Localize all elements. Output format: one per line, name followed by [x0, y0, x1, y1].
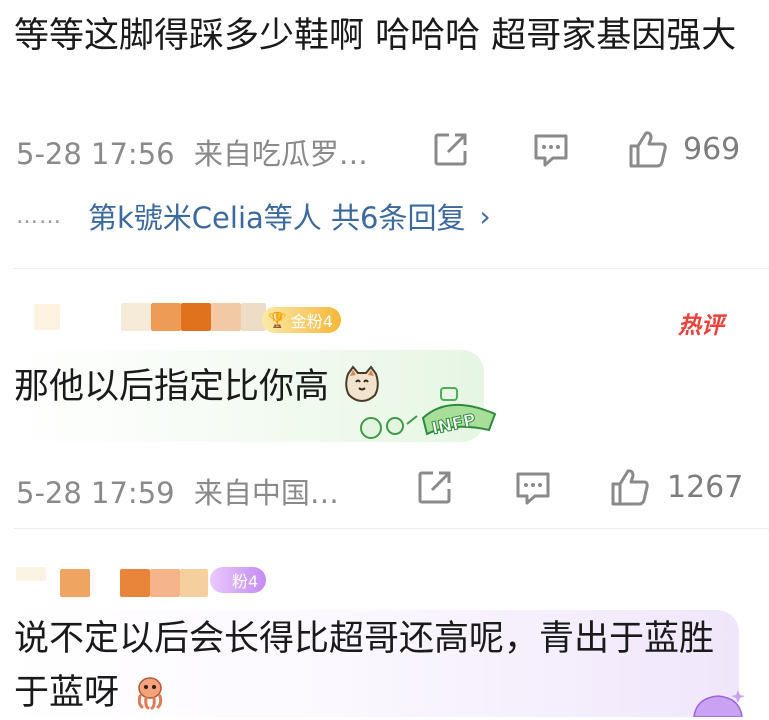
avatar [16, 567, 46, 581]
comment-button[interactable] [531, 130, 571, 170]
fan-badge-label: 粉4 [232, 572, 259, 591]
divider [14, 268, 769, 269]
name-blur [211, 303, 241, 331]
comment-timestamp: 5-28 17:56 [16, 137, 175, 171]
comment-text-body: 那他以后指定比你高 [14, 367, 330, 407]
like-button[interactable]: 969 [627, 126, 747, 172]
hot-badge-label: 热评 [678, 313, 724, 339]
divider [14, 528, 769, 529]
reply-summary: 第k號米Celia等人 共6条回复 [88, 201, 466, 235]
comment-source: 来自吃瓜罗… [193, 137, 368, 171]
thumbs-up-icon [629, 131, 667, 168]
comment-button[interactable] [513, 468, 553, 508]
avatar [34, 304, 60, 330]
comment-meta: 5-28 17:59 来自中国… [16, 470, 339, 512]
chevron-right-icon: › [479, 199, 491, 233]
fan-badge: 粉4 [210, 567, 267, 593]
comment-text: 等等这脚得踩多少鞋啊 哈哈哈 超哥家基因强大 [14, 16, 737, 56]
share-icon [434, 133, 467, 166]
share-button[interactable] [416, 468, 454, 506]
infp-sticker: INFP [360, 387, 497, 440]
comment-text-body: 说不定以后会长得比超哥还高呢，青出于蓝胜于蓝呀 [14, 619, 715, 713]
fan-badge: 🏆 金粉4 [262, 307, 341, 333]
comment-text: 说不定以后会长得比超哥还高呢，青出于蓝胜于蓝呀 [14, 612, 734, 720]
fan-badge-label: 金粉4 [290, 312, 333, 331]
octopus-emoji [138, 677, 163, 710]
comment-icon [534, 134, 568, 167]
thumbs-up-icon [611, 469, 649, 506]
comment-timestamp: 5-28 17:59 [16, 476, 175, 510]
name-blur [181, 303, 211, 331]
hot-comment-badge: 热评 [666, 303, 736, 343]
comment-source: 来自中国… [193, 476, 339, 510]
name-blur [120, 569, 150, 597]
like-button[interactable]: 1267 [609, 464, 759, 510]
name-blur [180, 569, 208, 597]
comment-text: 那他以后指定比你高 [14, 362, 382, 412]
like-count: 969 [683, 131, 741, 167]
comment-icon [516, 472, 550, 505]
name-blur [60, 569, 90, 597]
share-icon [418, 471, 451, 504]
share-button[interactable] [432, 130, 470, 168]
sticker-decoration [693, 690, 745, 717]
view-replies-link[interactable]: …… 第k號米Celia等人 共6条回复 › [16, 196, 491, 236]
like-count: 1267 [667, 469, 744, 505]
reply-dots: …… [16, 203, 62, 229]
badge-icon: 🏆 [268, 311, 287, 329]
name-blur [121, 303, 151, 331]
name-blur [151, 303, 181, 331]
name-blur [150, 569, 180, 597]
comment-meta: 5-28 17:56 来自吃瓜罗… [16, 131, 368, 173]
